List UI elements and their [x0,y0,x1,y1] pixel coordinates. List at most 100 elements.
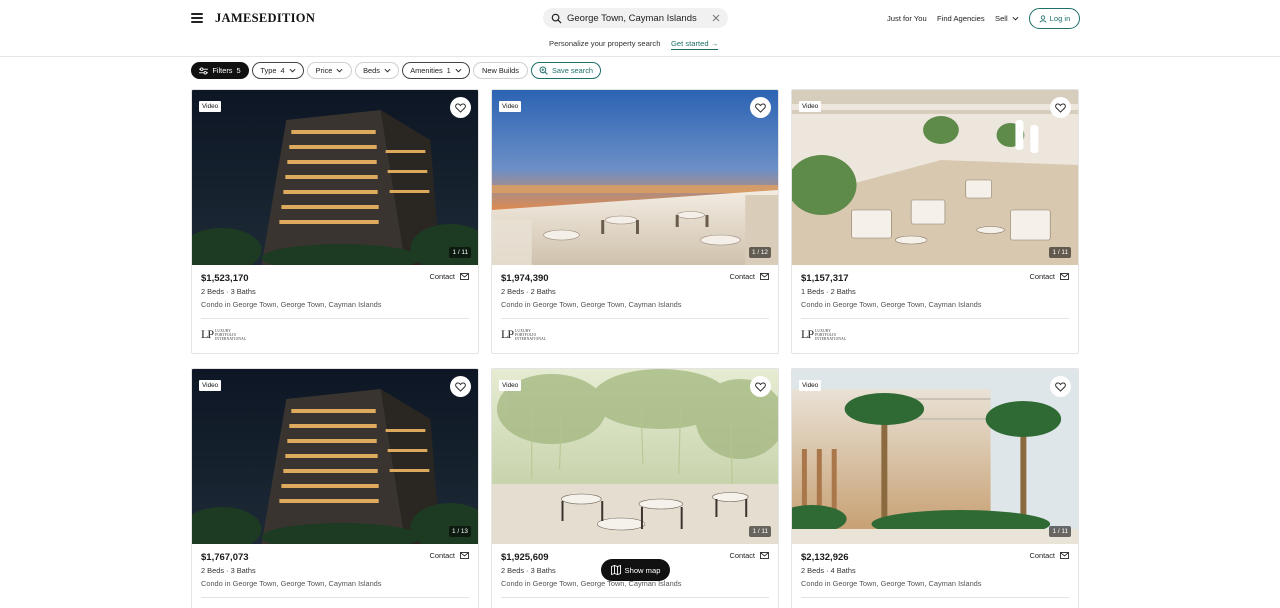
favorite-button[interactable] [1050,97,1071,118]
contact-label: Contact [1029,272,1055,281]
mail-icon [1060,273,1069,280]
favorite-button[interactable] [450,97,471,118]
photo-counter: 1 / 11 [1049,247,1071,258]
save-search-label: Save search [551,66,594,75]
contact-button[interactable]: Contact [730,551,769,560]
photo-counter: 1 / 11 [1049,526,1071,537]
listing-info: $1,767,073 Contact 2 Beds · 3 Baths Cond… [192,544,478,608]
terrace-lounge-image [792,90,1078,265]
type-filter[interactable]: Type 4 [252,62,304,79]
rooftop-sunset-image [492,90,778,265]
beds-filter[interactable]: Beds [355,62,399,79]
map-icon [610,565,621,575]
filters-button[interactable]: Filters 5 [191,62,249,79]
login-label: Log in [1049,14,1071,23]
menu-icon[interactable] [191,13,203,23]
search-bar[interactable] [543,8,728,28]
listing-price: $1,767,073 [201,552,249,563]
listing-price: $2,132,926 [801,552,849,563]
listing-card[interactable]: Video 1 / 11 $1,157,317 Contact 1 Beds ·… [791,89,1079,354]
listing-photo[interactable]: Video 1 / 11 [792,369,1078,544]
price-filter[interactable]: Price [307,62,352,79]
listing-photo[interactable]: Video 1 / 11 [492,369,778,544]
nav-sell[interactable]: Sell [995,14,1019,23]
chevron-down-icon [1012,16,1019,21]
listing-price: $1,157,317 [801,273,849,284]
favorite-button[interactable] [750,97,771,118]
login-button[interactable]: Log in [1029,8,1080,29]
save-search-button[interactable]: Save search [531,62,601,79]
agency-logo[interactable]: LP LUXURY PORTFOLIO INTERNATIONAL [201,327,246,342]
listing-info: $1,974,390 Contact 2 Beds · 2 Baths Cond… [492,265,778,353]
photo-counter: 1 / 12 [749,247,771,258]
listing-location: Condo in George Town, George Town, Cayma… [201,300,382,309]
listing-specs: 2 Beds · 2 Baths [501,287,556,296]
search-input[interactable] [567,12,707,24]
video-badge: Video [799,101,822,112]
photo-counter: 1 / 11 [749,526,771,537]
filters-label: Filters [212,66,233,75]
listing-location: Condo in George Town, George Town, Cayma… [801,579,982,588]
contact-button[interactable]: Contact [730,272,769,281]
get-started-link[interactable]: Get started → [671,39,719,50]
contact-button[interactable]: Contact [1030,272,1069,281]
listing-specs: 2 Beds · 3 Baths [201,287,256,296]
nav-just-for-you[interactable]: Just for You [887,14,927,23]
listing-card[interactable]: Video 1 / 11 $1,523,170 Contact 2 Beds ·… [191,89,479,354]
listing-location: Condo in George Town, George Town, Cayma… [801,300,982,309]
mail-icon [460,552,469,559]
listing-photo[interactable]: Video 1 / 12 [492,90,778,265]
heart-icon [1055,381,1066,392]
video-badge: Video [499,380,522,391]
agency-logo[interactable]: LP LUXURY PORTFOLIO INTERNATIONAL [801,327,846,342]
favorite-button[interactable] [450,376,471,397]
type-label: Type [260,66,277,75]
new-builds-label: New Builds [482,66,519,75]
listing-photo[interactable]: Video 1 / 13 [192,369,478,544]
listing-location: Condo in George Town, George Town, Cayma… [501,300,682,309]
card-divider [501,597,769,598]
listing-price: $1,523,170 [201,273,249,284]
listing-card[interactable]: Video 1 / 13 $1,767,073 Contact 2 Beds ·… [191,368,479,608]
new-builds-filter[interactable]: New Builds [473,62,528,79]
listing-photo[interactable]: Video 1 / 11 [792,90,1078,265]
contact-label: Contact [429,551,455,560]
video-badge: Video [199,380,222,391]
heart-icon [755,102,766,113]
card-divider [801,318,1069,319]
clear-icon[interactable] [711,13,721,23]
favorite-button[interactable] [750,376,771,397]
agency-logo[interactable]: LP LUXURY PORTFOLIO INTERNATIONAL [501,327,546,342]
contact-button[interactable]: Contact [430,551,469,560]
agency-line: INTERNATIONAL [815,336,847,341]
show-map-button[interactable]: Show map [601,559,670,581]
building-night-image [192,369,478,544]
photo-counter: 1 / 13 [449,526,471,537]
chevron-down-icon [455,68,462,73]
listing-specs: 2 Beds · 3 Baths [201,566,256,575]
agency-mark: LP [201,327,214,341]
video-badge: Video [199,101,222,112]
listing-card[interactable]: Video 1 / 12 $1,974,390 Contact 2 Beds ·… [491,89,779,354]
contact-button[interactable]: Contact [1030,551,1069,560]
logo[interactable]: JAMESEDITION [215,11,315,26]
nav-find-agencies[interactable]: Find Agencies [937,14,985,23]
heart-icon [755,381,766,392]
contact-label: Contact [429,272,455,281]
contact-button[interactable]: Contact [430,272,469,281]
amenities-filter[interactable]: Amenities 1 [402,62,470,79]
video-badge: Video [499,101,522,112]
listing-price: $1,974,390 [501,273,549,284]
card-divider [801,597,1069,598]
listing-specs: 1 Beds · 2 Baths [801,287,856,296]
amenities-label: Amenities [410,66,443,75]
listing-card[interactable]: Video 1 / 11 $2,132,926 Contact 2 Beds ·… [791,368,1079,608]
listing-photo[interactable]: Video 1 / 11 [192,90,478,265]
palm-entrance-image [792,369,1078,544]
favorite-button[interactable] [1050,376,1071,397]
heart-icon [455,381,466,392]
sliders-icon [199,67,209,74]
garden-restaurant-image [492,369,778,544]
listing-specs: 2 Beds · 4 Baths [801,566,856,575]
mail-icon [760,552,769,559]
